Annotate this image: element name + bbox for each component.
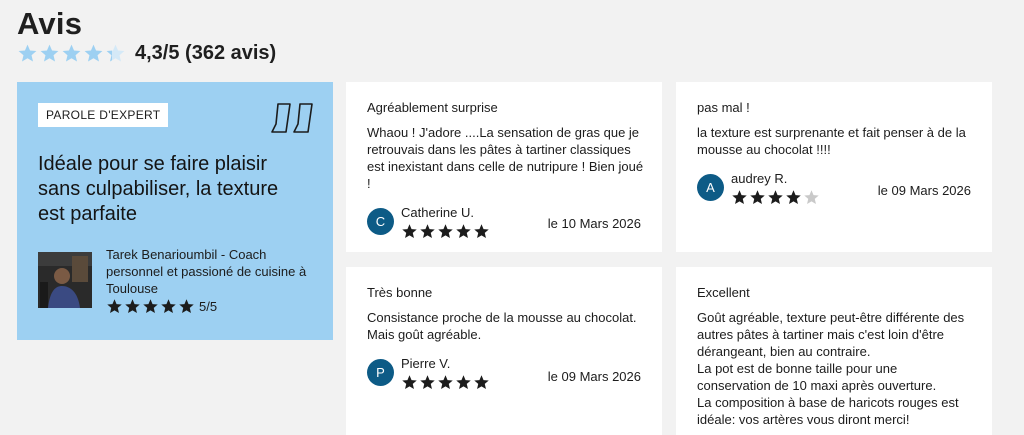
star-filled-icon (474, 224, 489, 239)
reviewer: C Catherine U. (367, 206, 491, 240)
review-title: pas mal ! (697, 100, 750, 115)
average-rating: 4,3/5 (362 avis) (17, 40, 276, 66)
review-text: Consistance proche de la mousse au choco… (367, 310, 637, 342)
expert-quote: Idéale pour se faire plaisir sans culpab… (38, 153, 279, 225)
star-filled-icon (40, 44, 59, 62)
star-filled-icon (107, 299, 122, 314)
review-date: le 10 Mars 2026 (547, 216, 641, 231)
star-filled-icon (456, 224, 471, 239)
average-stars (17, 43, 127, 64)
star-filled-icon (125, 299, 140, 314)
review-text: Whaou ! J'adore ....La sensation de gras… (367, 125, 644, 191)
review-card: Très bonne Consistance proche de la mous… (346, 267, 662, 435)
star-filled-icon (161, 299, 176, 314)
expert-score: 5/5 (199, 299, 218, 314)
expert-stars (106, 298, 196, 315)
expert-badge: PAROLE D'EXPERT (38, 103, 169, 127)
star-filled-icon (84, 44, 103, 62)
star-filled-icon (768, 190, 783, 205)
review-title: Excellent (697, 285, 750, 300)
star-filled-icon (438, 224, 453, 239)
star-filled-icon (438, 375, 453, 390)
reviewer-name: Pierre V. (401, 356, 451, 371)
star-filled-icon (143, 299, 158, 314)
page-title: Avis (17, 6, 83, 41)
star-filled-icon (474, 375, 489, 390)
star-filled-icon (732, 190, 747, 205)
review-stars (401, 374, 491, 391)
reviewer: P Pierre V. (367, 357, 491, 391)
expert-card: PAROLE D'EXPERT Idéale pour se faire pla… (17, 82, 333, 340)
reviewer-name: Catherine U. (401, 205, 474, 220)
review-text: Goût agréable, texture peut-être différe… (697, 310, 965, 427)
avatar: P (367, 359, 394, 386)
avatar: C (367, 208, 394, 235)
star-half-icon (106, 44, 125, 62)
star-filled-icon (18, 44, 37, 62)
review-text: la texture est surprenante et fait pense… (697, 125, 966, 157)
star-filled-icon (456, 375, 471, 390)
review-date: le 09 Mars 2026 (877, 183, 971, 198)
review-card: pas mal ! la texture est surprenante et … (676, 82, 992, 252)
avatar: A (697, 174, 724, 201)
review-card: Agréablement surprise Whaou ! J'adore ..… (346, 82, 662, 252)
star-filled-icon (62, 44, 81, 62)
review-stars (731, 189, 821, 206)
star-filled-icon (402, 375, 417, 390)
reviewer: A audrey R. (697, 172, 821, 206)
review-stars (401, 223, 491, 240)
star-filled-icon (420, 375, 435, 390)
quote-icon (271, 103, 313, 133)
star-empty-icon (804, 190, 819, 205)
review-date: le 09 Mars 2026 (547, 369, 641, 384)
star-filled-icon (420, 224, 435, 239)
review-title: Très bonne (367, 285, 433, 300)
review-title: Agréablement surprise (367, 100, 498, 115)
star-filled-icon (402, 224, 417, 239)
expert-name: Tarek Benarioumbil - Coach personnel et … (106, 247, 307, 296)
star-filled-icon (786, 190, 801, 205)
expert-rating: 5/5 (106, 298, 217, 315)
star-filled-icon (179, 299, 194, 314)
review-card: Excellent Goût agréable, texture peut-êt… (676, 267, 992, 435)
expert-avatar (38, 252, 92, 308)
reviewer-name: audrey R. (731, 171, 788, 186)
rating-summary: 4,3/5 (362 avis) (135, 41, 277, 64)
star-filled-icon (750, 190, 765, 205)
